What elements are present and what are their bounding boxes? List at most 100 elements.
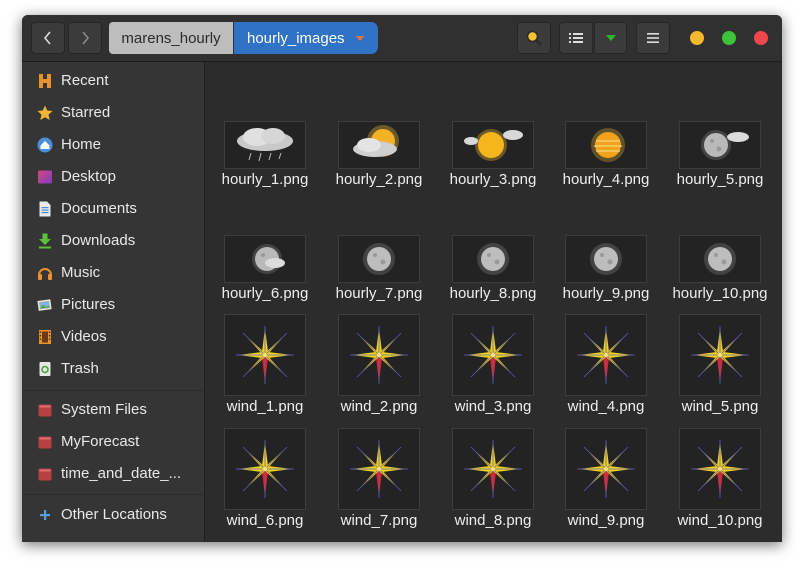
- sidebar-item-other-locations[interactable]: Other Locations: [22, 501, 204, 529]
- file-item[interactable]: wind_4.png: [546, 314, 654, 422]
- sun-cloud-icon: [452, 121, 534, 169]
- sidebar-item-desktop[interactable]: Desktop: [22, 163, 204, 191]
- sidebar-item-label: Videos: [61, 328, 107, 345]
- sidebar-item-home[interactable]: Home: [22, 131, 204, 159]
- file-item[interactable]: wind_7.png: [319, 428, 427, 536]
- file-name: hourly_10.png: [672, 285, 768, 302]
- back-button[interactable]: [31, 22, 65, 54]
- sidebar-item-pictures[interactable]: Pictures: [22, 291, 204, 319]
- pictures-icon: [37, 297, 53, 313]
- view-options-button[interactable]: [594, 22, 627, 54]
- header-bar: marens_hourly hourly_images: [22, 15, 782, 62]
- trash-icon: [37, 361, 53, 377]
- file-item[interactable]: hourly_4.png: [546, 121, 654, 225]
- moon-icon: [679, 235, 761, 283]
- plus-icon: [37, 507, 53, 523]
- sidebar-item-starred[interactable]: Starred: [22, 99, 204, 127]
- file-item[interactable]: wind_9.png: [546, 428, 654, 536]
- minimize-button[interactable]: [690, 31, 704, 45]
- list-view-button[interactable]: [559, 22, 593, 54]
- list-view-icon: [569, 33, 583, 43]
- sidebar-item-label: Music: [61, 264, 101, 281]
- sidebar-item-label: MyForecast: [61, 433, 140, 450]
- sidebar: Recent Starred Home Desktop Documents Do…: [22, 62, 205, 542]
- sidebar-item-documents[interactable]: Documents: [22, 195, 204, 223]
- compass-icon: [338, 314, 420, 396]
- moon-cloud-icon: [679, 121, 761, 169]
- file-manager-window: marens_hourly hourly_images Recent Starr…: [22, 15, 782, 542]
- menu-button[interactable]: [636, 22, 670, 54]
- file-item[interactable]: hourly_2.png: [319, 121, 427, 225]
- sidebar-item-system-files[interactable]: System Files: [22, 396, 204, 424]
- breadcrumb-current-label: hourly_images: [247, 29, 345, 47]
- sidebar-item-label: Desktop: [61, 168, 117, 185]
- file-item[interactable]: wind_2.png: [319, 314, 427, 422]
- compass-icon: [452, 314, 534, 396]
- compass-icon: [565, 428, 647, 510]
- file-name: hourly_7.png: [335, 285, 423, 302]
- caret-down-icon[interactable]: [356, 36, 364, 41]
- file-item[interactable]: hourly_3.png: [433, 121, 541, 225]
- documents-icon: [37, 201, 53, 217]
- close-button[interactable]: [754, 31, 768, 45]
- compass-icon: [679, 314, 761, 396]
- videos-icon: [37, 329, 53, 345]
- breadcrumb-parent[interactable]: marens_hourly: [109, 22, 233, 54]
- sidebar-item-time-and-date[interactable]: time_and_date_...: [22, 460, 204, 488]
- triangle-down-icon: [605, 35, 616, 41]
- file-item[interactable]: wind_1.png: [205, 314, 313, 422]
- file-name: hourly_9.png: [562, 285, 650, 302]
- downloads-icon: [37, 233, 53, 249]
- forward-button[interactable]: [68, 22, 102, 54]
- breadcrumb-current[interactable]: hourly_images: [234, 22, 378, 54]
- chevron-right-icon: [82, 31, 90, 45]
- sidebar-item-downloads[interactable]: Downloads: [22, 227, 204, 255]
- file-grid: hourly_1.png hourly_2.png hourly_3.png h…: [205, 62, 782, 542]
- file-item[interactable]: hourly_5.png: [660, 121, 768, 225]
- file-item[interactable]: wind_8.png: [433, 428, 541, 536]
- file-name: wind_9.png: [567, 512, 645, 529]
- moon-icon: [338, 235, 420, 283]
- chevron-left-icon: [43, 31, 51, 45]
- moon-icon: [452, 235, 534, 283]
- sidebar-item-label: Downloads: [61, 232, 136, 249]
- sidebar-item-label: Recent: [61, 72, 109, 89]
- file-name: wind_3.png: [454, 398, 532, 415]
- file-item[interactable]: hourly_1.png: [205, 121, 313, 225]
- drive-icon: [37, 466, 53, 482]
- sidebar-item-label: Documents: [61, 200, 137, 217]
- file-item[interactable]: wind_5.png: [660, 314, 768, 422]
- sidebar-item-trash[interactable]: Trash: [22, 355, 204, 383]
- compass-icon: [224, 428, 306, 510]
- file-name: hourly_2.png: [335, 171, 423, 188]
- sidebar-divider: [22, 390, 204, 391]
- file-name: wind_7.png: [340, 512, 418, 529]
- drive-icon: [37, 402, 53, 418]
- file-name: hourly_4.png: [562, 171, 650, 188]
- star-icon: [37, 105, 53, 121]
- compass-icon: [452, 428, 534, 510]
- sun-haze-icon: [565, 121, 647, 169]
- hamburger-icon: [647, 33, 659, 43]
- file-item[interactable]: wind_3.png: [433, 314, 541, 422]
- sidebar-item-myforecast[interactable]: MyForecast: [22, 428, 204, 456]
- compass-icon: [565, 314, 647, 396]
- sidebar-item-videos[interactable]: Videos: [22, 323, 204, 351]
- desktop-icon: [37, 169, 53, 185]
- file-name: wind_8.png: [454, 512, 532, 529]
- file-name: hourly_1.png: [221, 171, 309, 188]
- file-name: wind_1.png: [226, 398, 304, 415]
- sidebar-item-label: System Files: [61, 401, 147, 418]
- file-item[interactable]: wind_10.png: [660, 428, 768, 536]
- file-name: wind_6.png: [226, 512, 304, 529]
- sidebar-item-music[interactable]: Music: [22, 259, 204, 287]
- sidebar-item-recent[interactable]: Recent: [22, 67, 204, 95]
- cloud-rain-icon: [224, 121, 306, 169]
- home-icon: [37, 137, 53, 153]
- maximize-button[interactable]: [722, 31, 736, 45]
- file-name: hourly_3.png: [449, 171, 537, 188]
- drive-icon: [37, 434, 53, 450]
- compass-icon: [679, 428, 761, 510]
- file-item[interactable]: wind_6.png: [205, 428, 313, 536]
- search-button[interactable]: [517, 22, 551, 54]
